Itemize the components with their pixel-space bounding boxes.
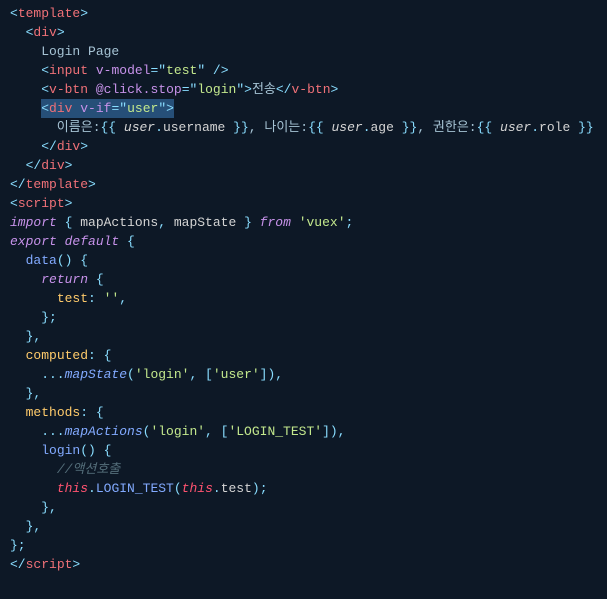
code-line: </div> bbox=[0, 137, 607, 156]
code-line: <div> bbox=[0, 23, 607, 42]
code-line: </div> bbox=[0, 156, 607, 175]
code-line: Login Page bbox=[0, 42, 607, 61]
code-line: </script> bbox=[0, 555, 607, 574]
code-line: }, bbox=[0, 498, 607, 517]
code-line: test: '', bbox=[0, 289, 607, 308]
code-line: <script> bbox=[0, 194, 607, 213]
code-line: return { bbox=[0, 270, 607, 289]
code-line: }, bbox=[0, 327, 607, 346]
code-line: }, bbox=[0, 384, 607, 403]
code-editor[interactable]: <template> <div> Login Page <input v-mod… bbox=[0, 4, 607, 574]
code-line: ...mapState('login', ['user']), bbox=[0, 365, 607, 384]
code-line: }; bbox=[0, 308, 607, 327]
code-line: export default { bbox=[0, 232, 607, 251]
code-line-selected: <div v-if="user"> bbox=[0, 99, 607, 118]
code-line: 이름은:{{ user.username }}, 나이는:{{ user.age… bbox=[0, 118, 607, 137]
code-line: }; bbox=[0, 536, 607, 555]
code-line: import { mapActions, mapState } from 'vu… bbox=[0, 213, 607, 232]
code-line: }, bbox=[0, 517, 607, 536]
code-line: data() { bbox=[0, 251, 607, 270]
code-line: this.LOGIN_TEST(this.test); bbox=[0, 479, 607, 498]
code-line: login() { bbox=[0, 441, 607, 460]
code-line: ...mapActions('login', ['LOGIN_TEST']), bbox=[0, 422, 607, 441]
code-line: <template> bbox=[0, 4, 607, 23]
code-line: <v-btn @click.stop="login">전송</v-btn> bbox=[0, 80, 607, 99]
code-line: //액션호출 bbox=[0, 460, 607, 479]
code-line: </template> bbox=[0, 175, 607, 194]
code-line: methods: { bbox=[0, 403, 607, 422]
code-line: <input v-model="test" /> bbox=[0, 61, 607, 80]
code-line: computed: { bbox=[0, 346, 607, 365]
